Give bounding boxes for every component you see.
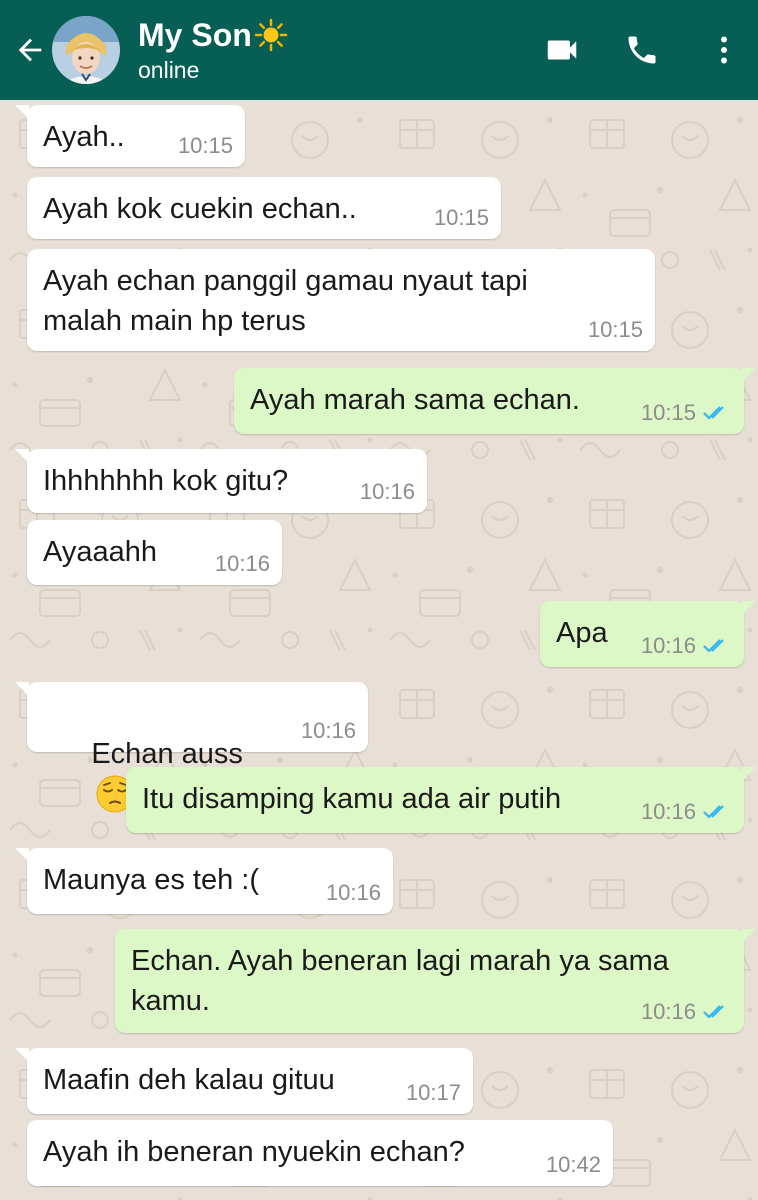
message-incoming[interactable]: Maafin deh kalau gituu 10:17 (15, 1048, 473, 1114)
message-meta: 10:16 (360, 479, 415, 505)
message-time: 10:15 (640, 400, 696, 425)
message-time: 10:16 (640, 999, 696, 1024)
bubble-tail (15, 449, 29, 463)
message-text: Ayah echan panggil gamau nyaut tapi mala… (43, 265, 528, 337)
message-meta: 10:15 (178, 133, 233, 159)
more-options-icon (721, 36, 727, 64)
read-ticks-icon (703, 406, 724, 420)
chat-header: My Son online (0, 0, 758, 100)
message-time: 10:16 (300, 718, 356, 743)
message-incoming[interactable]: Echan auss 10:16 (15, 682, 368, 813)
back-button[interactable] (10, 30, 50, 70)
message-text: Apa (556, 617, 608, 649)
contact-name-row: My Son (138, 16, 288, 54)
bubble-tail (15, 105, 29, 119)
message-meta: 10:16 (301, 718, 356, 744)
message-meta: 10:16 (641, 799, 732, 825)
more-options-button[interactable] (700, 26, 748, 74)
contact-info[interactable]: My Son online (138, 16, 288, 84)
bubble-tail (742, 601, 756, 615)
message-time: 10:42 (545, 1152, 601, 1177)
message-meta: 10:15 (641, 400, 732, 426)
message-time: 10:16 (325, 880, 381, 905)
chat-area[interactable]: Ayah.. 10:15 Ayah kok cuekin echan.. 10:… (0, 100, 758, 1200)
message-meta: 10:42 (546, 1152, 601, 1178)
message-time: 10:16 (359, 479, 415, 504)
message-text: Ayah ih beneran nyuekin echan? (43, 1136, 465, 1168)
message-incoming[interactable]: Ayah.. 10:15 (15, 105, 245, 167)
message-meta: 10:15 (434, 205, 489, 231)
message-time: 10:16 (214, 551, 270, 576)
voice-call-icon (628, 36, 656, 64)
back-arrow-icon (18, 38, 42, 62)
message-outgoing[interactable]: Itu disamping kamu ada air putih 10:16 (126, 767, 756, 833)
message-incoming[interactable]: Ayah ih beneran nyuekin echan? 10:42 (27, 1120, 613, 1186)
message-text: Ayah kok cuekin echan.. (43, 193, 357, 225)
voice-call-button[interactable] (618, 26, 666, 74)
message-incoming[interactable]: Ihhhhhhh kok gitu? 10:16 (15, 449, 427, 513)
message-text: Maafin deh kalau gituu (43, 1064, 335, 1096)
message-text: Itu disamping kamu ada air putih (142, 783, 562, 815)
bubble-tail (742, 767, 756, 781)
message-meta: 10:16 (641, 999, 732, 1025)
message-outgoing[interactable]: Echan. Ayah beneran lagi marah ya sama k… (115, 929, 756, 1033)
message-meta: 10:17 (406, 1080, 461, 1106)
message-time: 10:17 (405, 1080, 461, 1105)
bubble-tail (15, 848, 29, 862)
message-meta: 10:15 (588, 317, 643, 343)
contact-name: My Son (138, 17, 252, 53)
message-meta: 10:16 (641, 633, 732, 659)
message-meta: 10:16 (326, 880, 381, 906)
message-outgoing[interactable]: Ayah marah sama echan. 10:15 (234, 368, 756, 434)
contact-status: online (138, 57, 200, 83)
read-ticks-icon (703, 1005, 724, 1019)
message-time: 10:16 (640, 799, 696, 824)
bubble-tail (15, 682, 29, 696)
read-ticks-icon (703, 639, 724, 653)
message-text: Ayah marah sama echan. (250, 384, 580, 416)
bubble-tail (742, 929, 756, 943)
message-incoming[interactable]: Maunya es teh :( 10:16 (15, 848, 393, 914)
avatar-image (52, 16, 120, 84)
read-ticks-icon (703, 805, 724, 819)
message-text: Ihhhhhhh kok gitu? (43, 465, 289, 497)
message-text: Maunya es teh :( (43, 864, 259, 896)
message-incoming[interactable]: Ayah kok cuekin echan.. 10:15 (27, 177, 501, 239)
bubble-tail (742, 368, 756, 382)
message-time: 10:15 (433, 205, 489, 230)
message-text: Ayah.. (43, 121, 125, 153)
message-time: 10:15 (587, 317, 643, 342)
message-meta: 10:16 (215, 551, 270, 577)
message-incoming[interactable]: Ayaaahh 10:16 (27, 520, 282, 585)
message-text: Ayaaahh (43, 536, 157, 568)
bubble-tail (15, 1048, 29, 1062)
message-outgoing[interactable]: Apa 10:16 (540, 601, 756, 667)
message-incoming[interactable]: Ayah echan panggil gamau nyaut tapi mala… (27, 249, 655, 351)
video-call-button[interactable] (538, 26, 586, 74)
message-text: Echan auss (91, 738, 243, 770)
sun-icon (254, 18, 288, 52)
message-text: Echan. Ayah beneran lagi marah ya sama k… (131, 945, 669, 1017)
message-time: 10:15 (177, 133, 233, 158)
avatar[interactable] (52, 16, 120, 84)
message-time: 10:16 (640, 633, 696, 658)
video-call-icon (547, 40, 577, 60)
